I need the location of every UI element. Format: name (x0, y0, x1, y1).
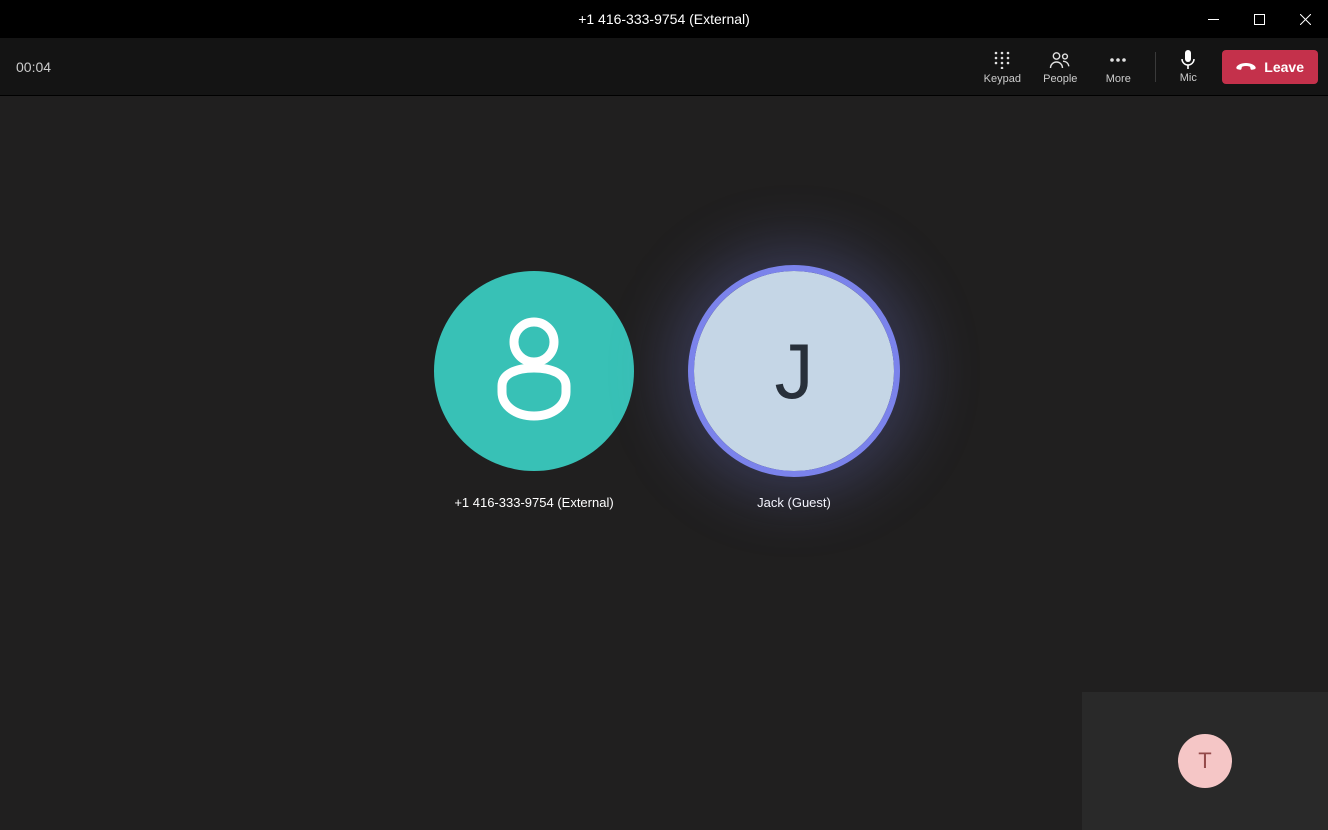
mic-button[interactable]: Mic (1164, 38, 1212, 95)
mic-icon (1180, 50, 1196, 70)
participant-name: Jack (Guest) (757, 495, 831, 510)
maximize-button[interactable] (1236, 0, 1282, 38)
titlebar: +1 416-333-9754 (External) (0, 0, 1328, 38)
maximize-icon (1254, 14, 1265, 25)
leave-label: Leave (1264, 59, 1304, 75)
participant-tile[interactable]: +1 416-333-9754 (External) (434, 271, 634, 510)
close-button[interactable] (1282, 0, 1328, 38)
participants-row: +1 416-333-9754 (External) J Jack (Guest… (434, 271, 894, 510)
toolbar-separator (1155, 52, 1156, 82)
window-controls (1190, 0, 1328, 38)
self-avatar: T (1178, 734, 1232, 788)
minimize-icon (1208, 14, 1219, 25)
leave-button[interactable]: Leave (1222, 50, 1318, 84)
avatar-wrap: J (694, 271, 894, 471)
avatar-wrap (434, 271, 634, 471)
call-stage: +1 416-333-9754 (External) J Jack (Guest… (0, 96, 1328, 830)
call-window: +1 416-333-9754 (External) 00:04 (0, 0, 1328, 830)
people-label: People (1043, 73, 1077, 85)
more-icon (1109, 49, 1127, 71)
keypad-button[interactable]: Keypad (973, 38, 1031, 95)
mic-label: Mic (1180, 72, 1197, 84)
speaking-indicator (688, 265, 900, 477)
keypad-label: Keypad (984, 73, 1021, 85)
anonymous-avatar (434, 271, 634, 471)
call-toolbar: 00:04 Keypad (0, 38, 1328, 96)
close-icon (1300, 14, 1311, 25)
participant-name: +1 416-333-9754 (External) (454, 495, 613, 510)
toolbar-actions: Keypad People (973, 38, 1318, 95)
more-button[interactable]: More (1089, 38, 1147, 95)
keypad-icon (993, 49, 1011, 71)
self-initial: T (1198, 748, 1211, 774)
self-preview[interactable]: T (1082, 692, 1328, 830)
minimize-button[interactable] (1190, 0, 1236, 38)
people-icon (1049, 49, 1071, 71)
call-timer: 00:04 (16, 59, 51, 75)
person-icon (484, 316, 584, 426)
participant-tile[interactable]: J Jack (Guest) (694, 271, 894, 510)
people-button[interactable]: People (1031, 38, 1089, 95)
hangup-icon (1236, 61, 1256, 73)
window-title: +1 416-333-9754 (External) (0, 11, 1328, 27)
more-label: More (1106, 73, 1131, 85)
